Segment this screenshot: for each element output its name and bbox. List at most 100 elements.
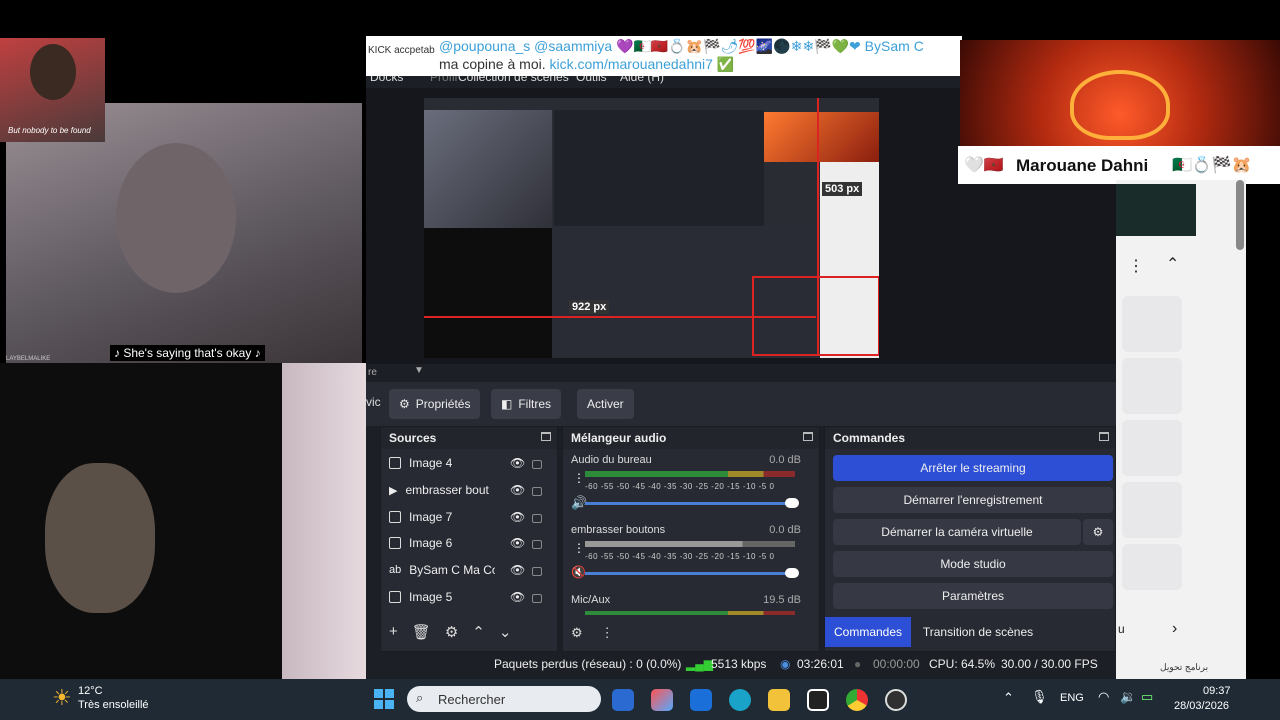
- cpu-usage: CPU: 64.5%: [929, 657, 996, 671]
- volume-knob[interactable]: [785, 498, 799, 508]
- source-item[interactable]: ▶ embrasser bout 👁: [389, 478, 549, 502]
- undock-icon[interactable]: [1099, 432, 1109, 441]
- edge-icon[interactable]: [729, 689, 751, 711]
- kiss-image-overlay: [960, 40, 1280, 146]
- chat-link[interactable]: kick.com/marouanedahni7: [550, 56, 713, 72]
- chrome-icon[interactable]: [846, 689, 868, 711]
- stop-streaming-button[interactable]: Arrêter le streaming: [833, 455, 1113, 481]
- source-label: Image 4: [409, 456, 453, 470]
- file-explorer-icon[interactable]: [768, 689, 790, 711]
- source-item[interactable]: Image 4 👁: [389, 451, 549, 475]
- add-icon[interactable]: +: [389, 623, 398, 641]
- volume-meter: [585, 541, 795, 547]
- volume-slider[interactable]: [585, 572, 795, 575]
- copilot-icon[interactable]: [651, 689, 673, 711]
- image-icon: [389, 457, 401, 469]
- browser-card[interactable]: [1122, 420, 1182, 476]
- chevron-up-icon[interactable]: ⌃: [1166, 254, 1179, 274]
- start-recording-button[interactable]: Démarrer l'enregistrement: [833, 487, 1113, 513]
- audio-app-icon[interactable]: [807, 689, 829, 711]
- sources-footer: + 🗑 ⚙ ⌃ ⌄: [389, 623, 511, 641]
- browser-card[interactable]: [1122, 544, 1182, 590]
- language-indicator[interactable]: ENG: [1060, 692, 1084, 704]
- battery-icon[interactable]: ▭: [1141, 689, 1153, 705]
- eye-icon[interactable]: 👁: [510, 590, 525, 604]
- selection-box[interactable]: [752, 276, 879, 356]
- windows-start-icon[interactable]: [374, 689, 394, 709]
- source-label: embrasser bout: [405, 483, 489, 497]
- trash-icon[interactable]: 🗑: [412, 623, 431, 641]
- undock-icon[interactable]: [803, 432, 813, 441]
- chevron-up-icon[interactable]: ⌃: [1003, 690, 1014, 706]
- vcam-settings-button[interactable]: ⚙: [1083, 519, 1113, 545]
- volume-icon[interactable]: 🔉: [1120, 689, 1136, 705]
- lock-icon[interactable]: [532, 487, 542, 496]
- source-item[interactable]: Image 7 👁: [389, 505, 549, 529]
- taskbar-search[interactable]: ⌕ Rechercher: [407, 686, 601, 712]
- channel-db: 0.0 dB: [769, 454, 801, 466]
- lock-icon[interactable]: [532, 567, 542, 576]
- clock-time[interactable]: 09:37: [1203, 685, 1231, 697]
- kebab-icon[interactable]: ⋮: [573, 471, 585, 485]
- activate-button[interactable]: Activer: [577, 389, 634, 419]
- scene-row: re ▼: [366, 364, 1118, 382]
- move-down-icon[interactable]: ⌄: [499, 623, 512, 641]
- tab-scene-transitions[interactable]: Transition de scènes: [915, 617, 1041, 647]
- outlook-icon[interactable]: [690, 689, 712, 711]
- mixer-title-text: Mélangeur audio: [571, 431, 667, 445]
- px-label-top: 503 px: [822, 182, 863, 196]
- channel-db: 0.0 dB: [769, 524, 801, 536]
- nameplate-emoji-left: 🤍🇲🇦: [964, 157, 1004, 174]
- filters-label: Filtres: [518, 397, 552, 411]
- heart-outline: [1070, 70, 1170, 140]
- studio-mode-button[interactable]: Mode studio: [833, 551, 1113, 577]
- gear-icon[interactable]: ⚙: [445, 623, 458, 641]
- kebab-icon[interactable]: ⋮: [1128, 256, 1144, 276]
- source-item[interactable]: Image 5 👁: [389, 585, 549, 609]
- kebab-icon[interactable]: ⋮: [573, 541, 585, 555]
- lock-icon[interactable]: [532, 594, 542, 603]
- start-virtual-camera-button[interactable]: Démarrer la caméra virtuelle: [833, 519, 1081, 545]
- fps: 30.00 / 30.00 FPS: [1001, 657, 1098, 671]
- advanced-audio-icon[interactable]: ⚙: [571, 625, 583, 641]
- browser-card[interactable]: [1122, 482, 1182, 538]
- chevron-right-icon[interactable]: ›: [1172, 620, 1177, 638]
- obs-taskbar-icon[interactable]: [885, 689, 907, 711]
- lock-icon[interactable]: [532, 514, 542, 523]
- lock-icon[interactable]: [532, 460, 542, 469]
- eye-icon[interactable]: 👁: [510, 483, 525, 497]
- chevron-down-icon[interactable]: ▼: [414, 365, 424, 376]
- app-icon[interactable]: [612, 689, 634, 711]
- settings-button[interactable]: Paramètres: [833, 583, 1113, 609]
- volume-slider[interactable]: [585, 502, 795, 505]
- lock-icon[interactable]: [532, 540, 542, 549]
- webcam-person: [45, 463, 155, 613]
- browser-card[interactable]: [1122, 296, 1182, 352]
- undock-icon[interactable]: [541, 432, 551, 441]
- filter-icon: ◧: [501, 397, 513, 411]
- browser-scrollbar[interactable]: [1236, 180, 1244, 250]
- volume-knob[interactable]: [785, 568, 799, 578]
- browser-card[interactable]: [1122, 358, 1182, 414]
- source-item[interactable]: Image 6 👁: [389, 531, 549, 555]
- wifi-icon[interactable]: ◠: [1098, 689, 1109, 705]
- eye-icon[interactable]: 👁: [510, 510, 525, 524]
- microphone-icon[interactable]: 🎙: [1031, 689, 1048, 705]
- stream-time: 03:26:01: [797, 657, 844, 671]
- tab-commands[interactable]: Commandes: [825, 617, 911, 647]
- volume-meter: [585, 611, 795, 615]
- clock-date[interactable]: 28/03/2026: [1174, 700, 1229, 712]
- muted-speaker-icon[interactable]: 🔇: [571, 565, 586, 579]
- source-item[interactable]: ab BySam C Ma Co| 👁: [389, 558, 549, 582]
- mixer-footer: ⚙ ⋮: [571, 625, 614, 641]
- kebab-icon[interactable]: ⋮: [601, 625, 614, 641]
- weather-icon[interactable]: ☀: [52, 685, 72, 711]
- music-video-overlay: ♪ She's saying that's okay ♪ LAYBELMALIK…: [6, 103, 362, 363]
- move-up-icon[interactable]: ⌃: [472, 623, 485, 641]
- image-icon: [389, 537, 401, 549]
- eye-icon[interactable]: 👁: [510, 536, 525, 550]
- filters-button[interactable]: ◧ Filtres: [491, 389, 562, 419]
- eye-icon[interactable]: 👁: [510, 563, 525, 577]
- eye-icon[interactable]: 👁: [510, 456, 525, 470]
- properties-button[interactable]: ⚙ Propriétés: [389, 389, 481, 419]
